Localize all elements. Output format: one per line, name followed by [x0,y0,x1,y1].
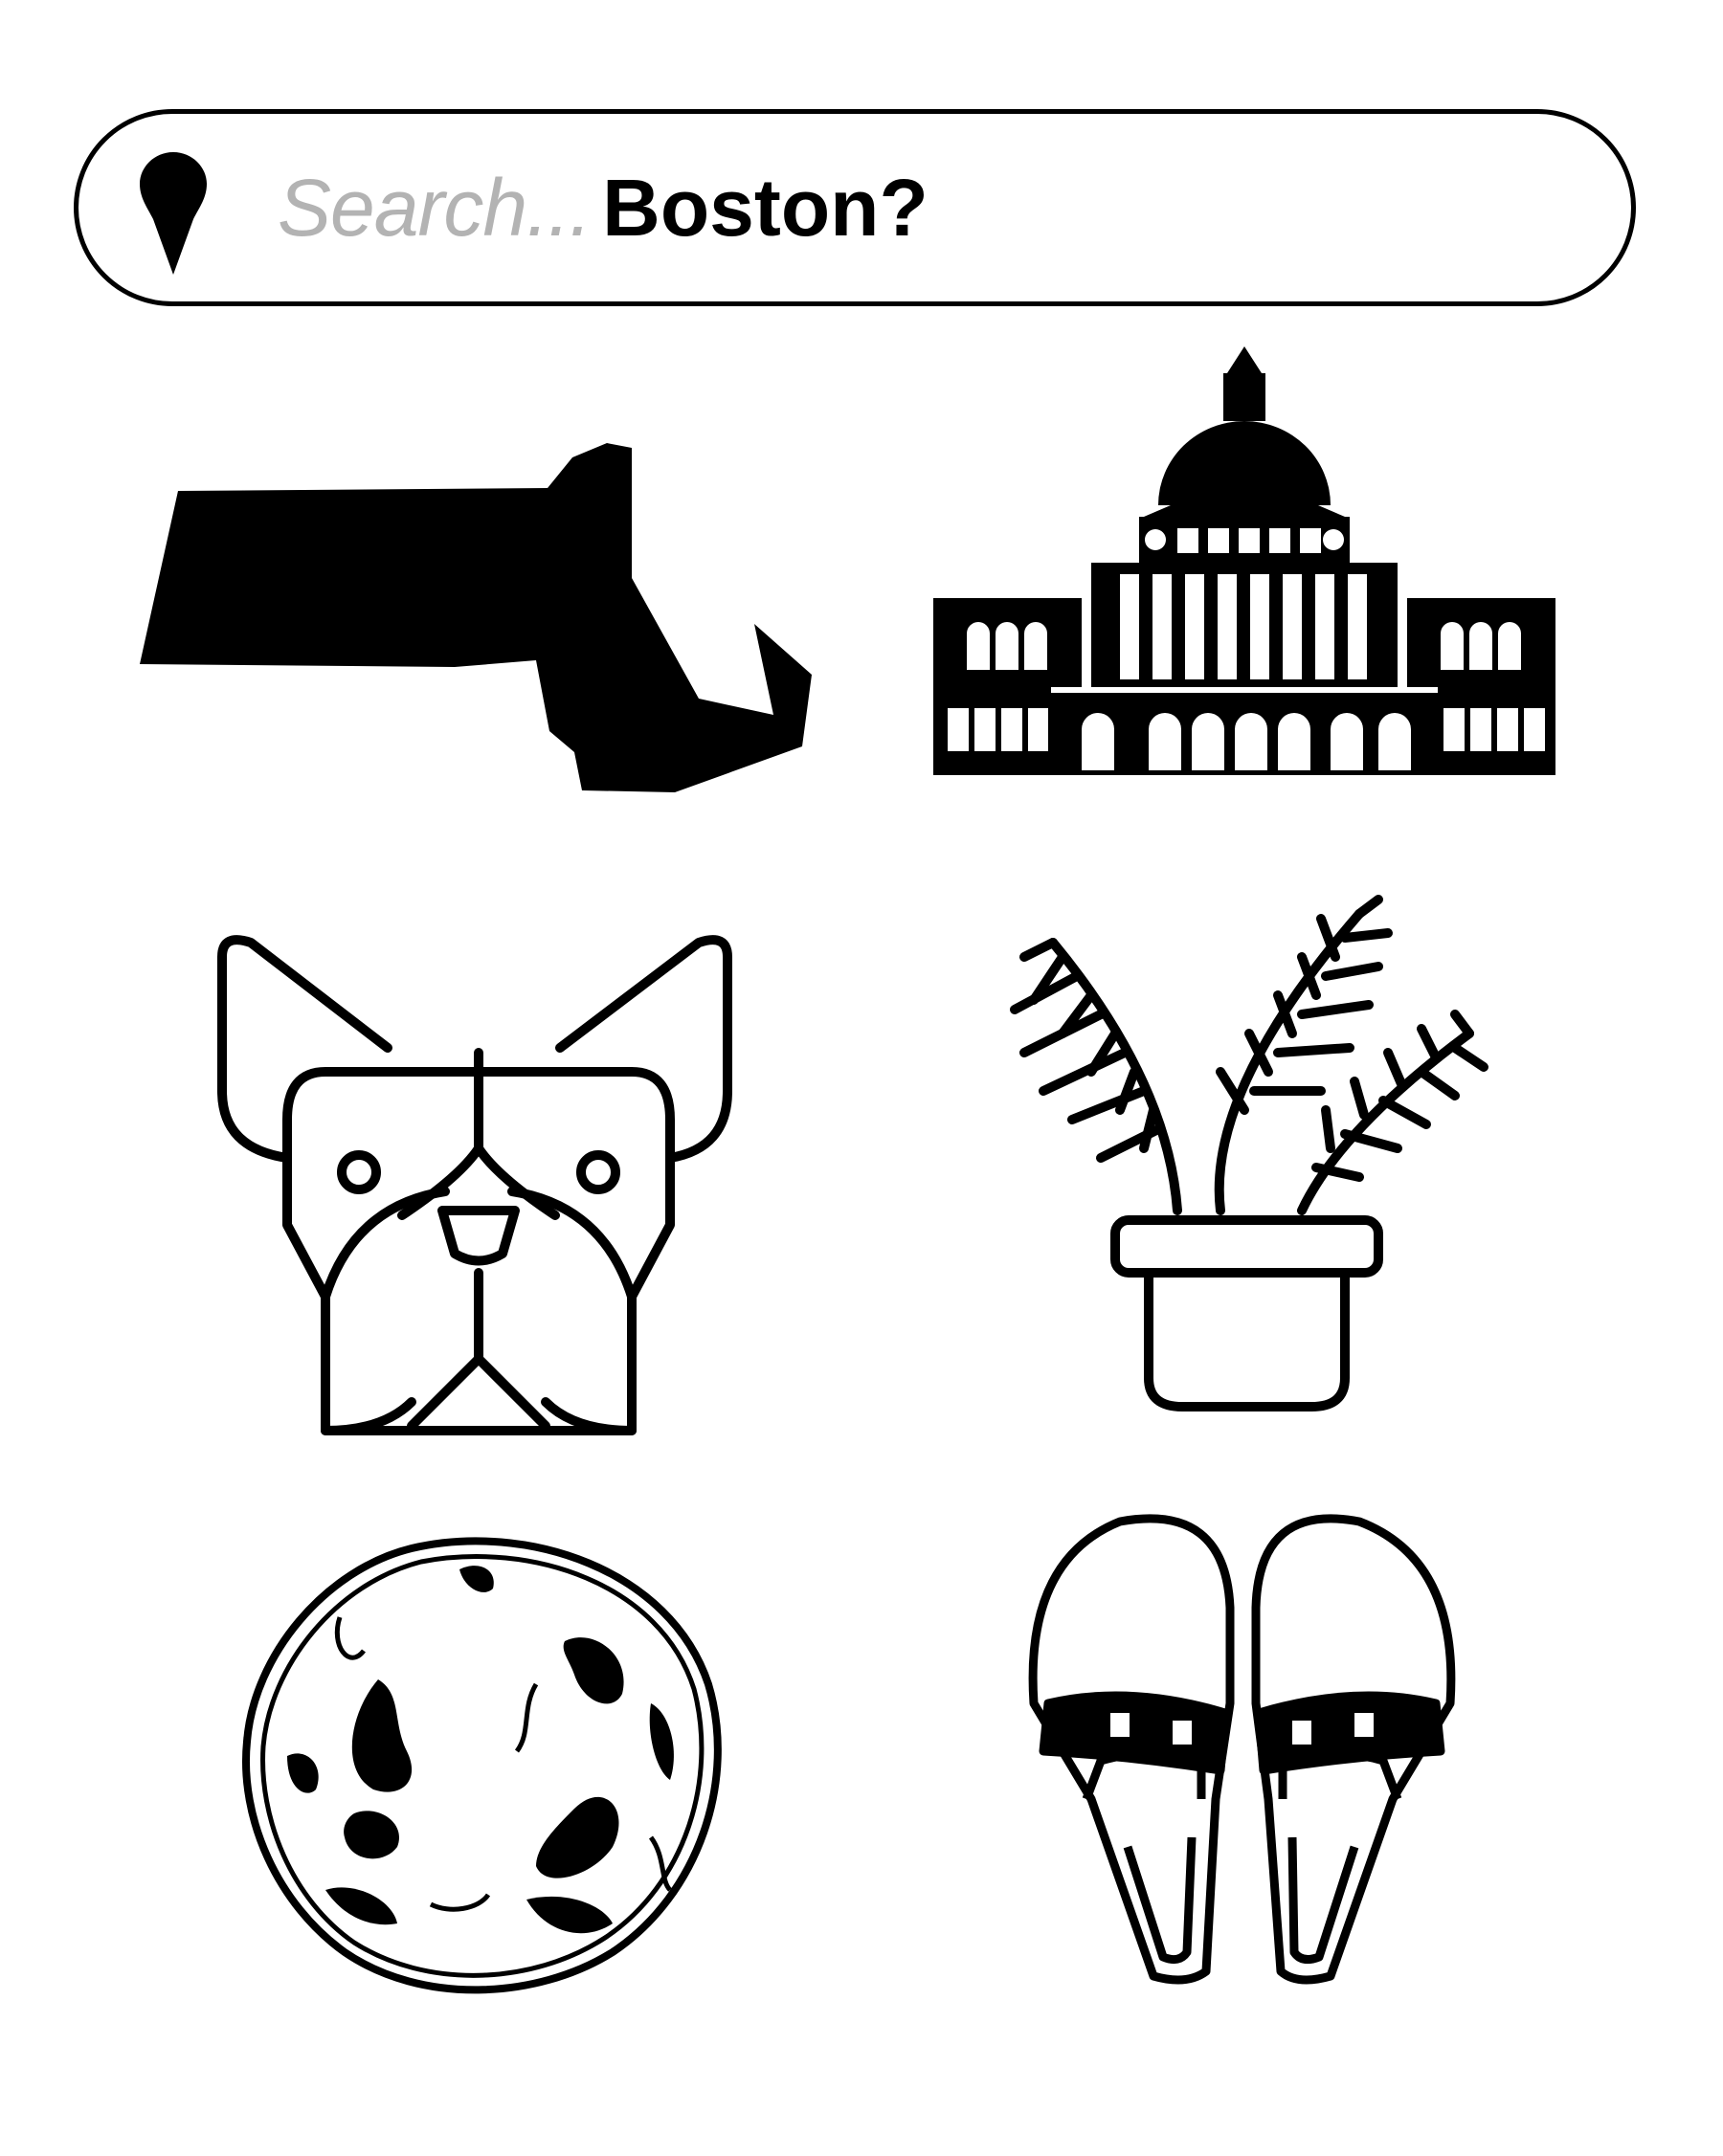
sandals-icon [1015,1502,1474,2000]
search-bar[interactable]: Search... Boston? [74,109,1636,306]
location-pin-icon [140,152,207,277]
fern-plant-icon [996,890,1493,1426]
cookie-icon [235,1531,732,2010]
search-field[interactable]: Search... Boston? [278,160,929,256]
state-house-icon [929,345,1560,785]
boston-terrier-icon [211,919,747,1455]
search-placeholder: Search... [278,163,592,253]
massachusetts-map-icon [134,440,814,804]
search-query: Boston? [602,163,929,253]
